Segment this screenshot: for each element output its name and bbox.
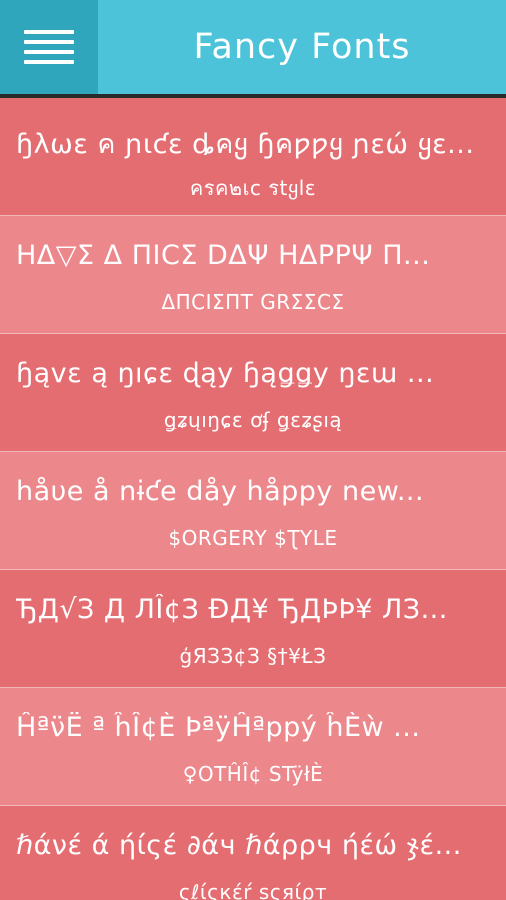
font-style-name: ǥʑųıŋɕɛ ơʄ ǥɛʑʂıą [163, 408, 343, 432]
font-style-item-prince-of-persia[interactable]: ɧąvɛ ą ŋıɕɛ ɖąy ɧąǥǥy ŋɛա ... ǥʑųıŋɕɛ ơʄ… [0, 334, 506, 452]
font-style-name: ♀ОТĤÎ¢ STÿłÈ [182, 762, 324, 786]
app-screen: Fancy Fonts ɧλωɛ ค ɲιƈɛ ȡคყ ɧคƿƿყ ɲɛώ ყɛ… [0, 0, 506, 900]
menu-button[interactable] [0, 0, 98, 94]
font-style-item-arabic[interactable]: ɧλωɛ ค ɲιƈɛ ȡคყ ɧคƿƿყ ɲɛώ ყɛ... ครค๒เc ร… [0, 98, 506, 216]
font-style-item-ancient-greece[interactable]: ΗΔ▽Σ Δ ΠΙϹΣ DΔΨ ΗΔΡΡΨ Π... ΔΠϹΙΣΠΤ GRΣΣϹ… [0, 216, 506, 334]
font-style-item-gothic[interactable]: Ĥªν̈Ё ª ĥÎ¢È ÞªÿĤªppý ĥÈẁ ... ♀ОТĤÎ¢ STÿ… [0, 688, 506, 806]
font-style-name: $ORGERY $ƮYLE [168, 526, 338, 550]
font-style-name: ΔΠϹΙΣΠΤ GRΣΣϹΣ [161, 290, 345, 314]
font-sample-text: håυe å nɨƈe dåy håppy new... [16, 476, 425, 507]
font-style-name: ครค๒เc รtყlɛ [189, 176, 317, 200]
font-style-item-sorcery[interactable]: håυe å nɨƈe dåy håppy new... $ORGERY $ƮY… [0, 452, 506, 570]
font-sample-text: ΗΔ▽Σ Δ ΠΙϹΣ DΔΨ ΗΔΡΡΨ Π... [16, 240, 431, 271]
font-sample-text: ɧλωɛ ค ɲιƈɛ ȡคყ ɧคƿƿყ ɲɛώ ყɛ... [16, 129, 475, 160]
font-sample-text: ℏάνέ ά ήίςέ ∂άч ℏάρρч ήέώ ჯέ... [16, 830, 462, 861]
font-style-list: ɧλωɛ ค ɲιƈɛ ȡคყ ɧคƿƿყ ɲɛώ ყɛ... ครค๒เc ร… [0, 98, 506, 900]
font-sample-text: Ĥªν̈Ё ª ĥÎ¢È ÞªÿĤªppý ĥÈẁ ... [16, 712, 421, 743]
font-sample-text: ЂД√З Д ЛÎ¢З ÐД¥ ЂДÞÞ¥ ЛЗ... [16, 594, 448, 625]
font-style-item-clicker-script[interactable]: ℏάνέ ά ήίςέ ∂άч ℏάρρч ήέώ ჯέ... ςℓίςкέŕ … [0, 806, 506, 900]
font-style-name: ςℓίςкέŕ ѕςяίρт [178, 880, 328, 900]
app-header: Fancy Fonts [0, 0, 506, 98]
font-style-item-greece[interactable]: ЂД√З Д ЛÎ¢З ÐД¥ ЂДÞÞ¥ ЛЗ... ģЯЗЗ¢З §†¥ŁЗ [0, 570, 506, 688]
font-style-name: ģЯЗЗ¢З §†¥ŁЗ [179, 644, 327, 668]
font-sample-text: ɧąvɛ ą ŋıɕɛ ɖąy ɧąǥǥy ŋɛա ... [16, 358, 435, 389]
app-title: Fancy Fonts [193, 27, 411, 67]
